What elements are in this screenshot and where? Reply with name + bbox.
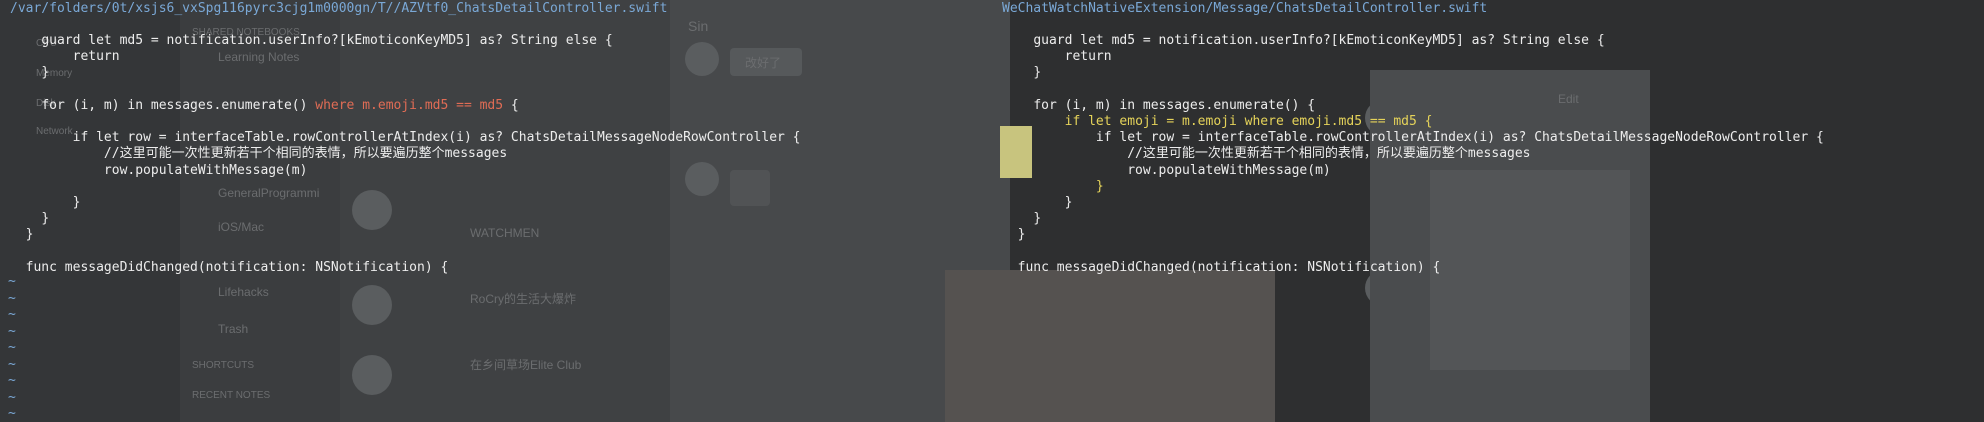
code-token: row.populateWithMessage(m) (103, 162, 308, 178)
code-token: for (i, m) in messages.enumerate() { (1033, 97, 1316, 113)
code-line: row.populateWithMessage(m) (1002, 163, 1824, 179)
code-line: } (1002, 65, 1824, 81)
code-line: } (1002, 179, 1824, 195)
empty-line-tilde: ~ (8, 290, 16, 306)
code-line: } (1002, 195, 1824, 211)
code-line: func messageDidChanged(notification: NSN… (10, 260, 801, 276)
code-token-highlighted: } (1095, 178, 1104, 194)
code-line: for (i, m) in messages.enumerate() { (1002, 98, 1824, 114)
code-token: guard let md5 = notification.userInfo?[k… (41, 33, 613, 48)
code-line: } (10, 65, 801, 81)
code-block[interactable]: guard let md5 = notification.userInfo?[k… (10, 33, 801, 276)
code-token: func messageDidChanged(notification: NSN… (25, 259, 449, 275)
empty-line-markers: ~ ~ ~ ~ ~ ~ ~ ~ ~ (8, 274, 16, 422)
code-line: } (10, 211, 801, 227)
code-line: if let row = interfaceTable.rowControlle… (1002, 130, 1824, 146)
code-token-highlighted: where m.emoji.md5 == md5 (315, 97, 504, 113)
empty-line-tilde: ~ (8, 356, 16, 372)
left-diff-pane[interactable]: /var/folders/0t/xsjs6_vxSpg116pyrc3cjg1m… (0, 0, 992, 422)
code-token: if let row = interfaceTable.rowControlle… (72, 130, 801, 146)
code-token: } (1033, 65, 1042, 81)
code-token: } (72, 194, 81, 210)
code-token: row.populateWithMessage(m) (1127, 162, 1331, 178)
code-token: } (1017, 227, 1026, 243)
empty-line-tilde: ~ (8, 340, 16, 355)
code-line: guard let md5 = notification.userInfo?[k… (10, 33, 801, 49)
code-token: } (41, 65, 50, 81)
empty-line-tilde: ~ (8, 406, 16, 421)
empty-line-tilde: ~ (8, 323, 16, 339)
code-token: } (25, 227, 34, 243)
code-line: //这里可能一次性更新若干个相同的表情，所以要遍历整个messages (1002, 146, 1824, 162)
code-line: return (10, 49, 801, 65)
code-token: func messageDidChanged(notification: NSN… (1017, 259, 1441, 275)
code-line: func messageDidChanged(notification: NSN… (1002, 260, 1824, 276)
code-token: if let row = interfaceTable.rowControlle… (1095, 130, 1824, 146)
code-line: } (10, 195, 801, 211)
code-line: guard let md5 = notification.userInfo?[k… (1002, 33, 1824, 49)
code-token: return (72, 49, 120, 65)
code-line: row.populateWithMessage(m) (10, 163, 801, 179)
code-token: } (1064, 194, 1073, 210)
code-token: for (i, m) in messages.enumerate() (41, 97, 316, 113)
code-token: { (503, 97, 519, 113)
code-token: } (1033, 211, 1042, 227)
file-path: /var/folders/0t/xsjs6_vxSpg116pyrc3cjg1m… (10, 1, 668, 16)
code-token: } (41, 211, 50, 227)
empty-line-tilde: ~ (8, 389, 16, 405)
code-line: //这里可能一次性更新若干个相同的表情，所以要遍历整个messages (10, 146, 801, 162)
code-token: guard let md5 = notification.userInfo?[k… (1033, 33, 1605, 48)
empty-line-tilde: ~ (8, 274, 16, 289)
code-line: if let row = interfaceTable.rowControlle… (10, 130, 801, 146)
code-token-highlighted: if let emoji = m.emoji where emoji.md5 =… (1064, 113, 1433, 129)
code-block[interactable]: guard let md5 = notification.userInfo?[k… (1002, 33, 1824, 276)
code-line: if let emoji = m.emoji where emoji.md5 =… (1002, 114, 1824, 130)
code-token: //这里可能一次性更新若干个相同的表情，所以要遍历整个messages (1127, 146, 1531, 162)
empty-line-tilde: ~ (8, 307, 16, 322)
code-line: return (1002, 49, 1824, 65)
code-token: return (1064, 49, 1112, 65)
empty-line-tilde: ~ (8, 373, 16, 388)
code-line: for (i, m) in messages.enumerate() where… (10, 98, 801, 114)
code-line: } (1002, 227, 1824, 243)
file-path: WeChatWatchNativeExtension/Message/Chats… (1002, 1, 1488, 16)
code-token: //这里可能一次性更新若干个相同的表情，所以要遍历整个messages (103, 146, 508, 162)
code-line: } (10, 227, 801, 243)
right-diff-pane[interactable]: WeChatWatchNativeExtension/Message/Chats… (992, 0, 1984, 422)
code-line: } (1002, 211, 1824, 227)
